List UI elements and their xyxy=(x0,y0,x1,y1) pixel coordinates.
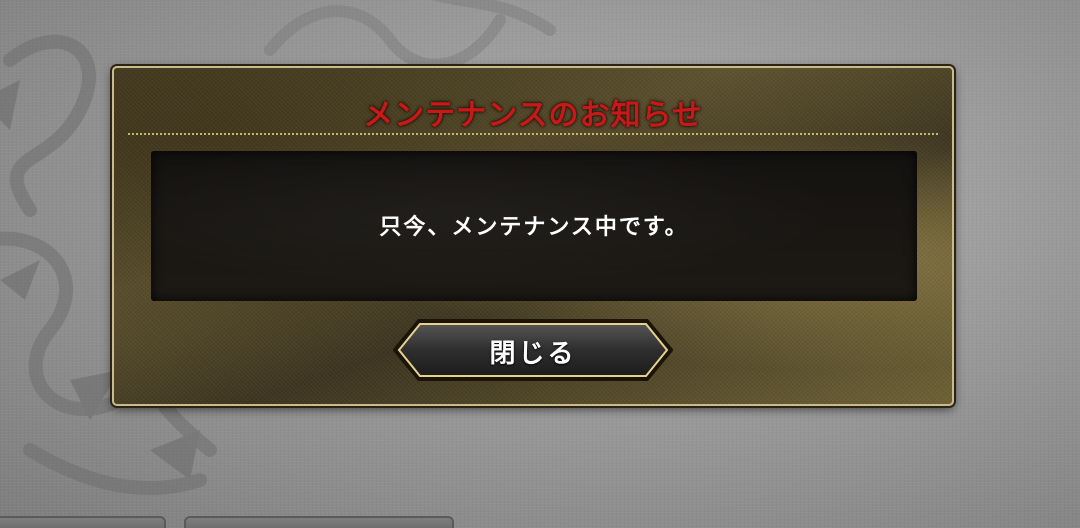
dialog-title: メンテナンスのお知らせ xyxy=(363,98,703,133)
close-button[interactable]: 閉じる xyxy=(393,319,673,381)
maintenance-dialog: メンテナンスのお知らせ 只今、メンテナンス中です。 閉じる xyxy=(112,66,954,406)
bottom-tab-left[interactable] xyxy=(0,516,166,528)
message-text: 只今、メンテナンス中です。 xyxy=(379,215,689,240)
bottom-tab-center[interactable] xyxy=(184,516,454,528)
title-divider xyxy=(128,133,938,135)
message-panel: 只今、メンテナンス中です。 xyxy=(151,151,917,301)
close-button-label: 閉じる xyxy=(489,339,577,369)
